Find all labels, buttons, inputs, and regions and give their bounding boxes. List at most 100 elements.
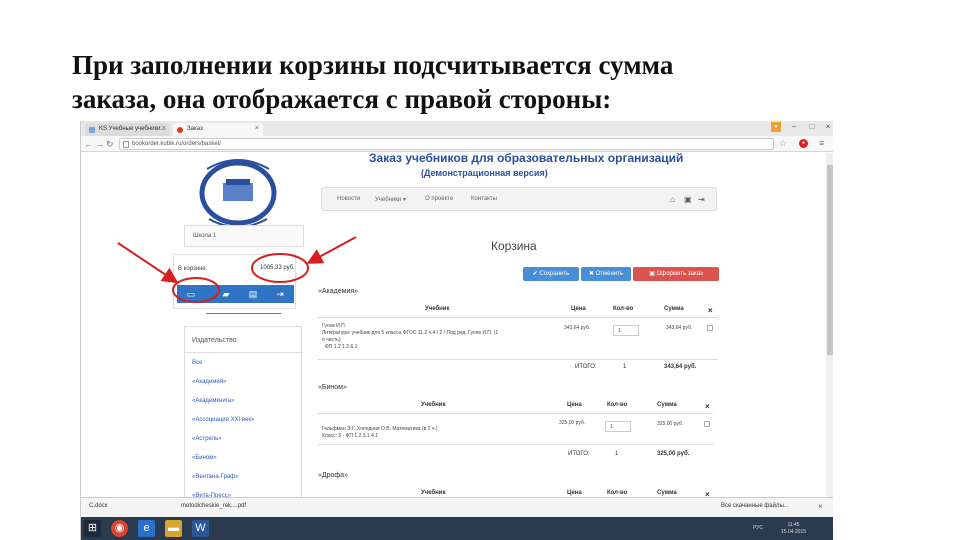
slide-title-line-2: заказа, она отображается с правой сторон… <box>72 84 612 114</box>
item-title: Литература: учебник для 5 класса ФГОС 11… <box>322 330 499 336</box>
scrollbar-thumb[interactable] <box>827 165 833 355</box>
browser-tab-2[interactable]: Заказ × <box>173 123 263 136</box>
scrollbar[interactable] <box>826 153 833 508</box>
quantity-input[interactable]: 1 <box>613 325 639 336</box>
url-input[interactable]: bookorder.kubik.ru/orders/basket/ <box>119 138 774 150</box>
column-header-price: Цена <box>571 306 586 312</box>
item-author: Гусев И.П. <box>322 323 347 329</box>
item-price: 325,00 руб. <box>559 420 586 426</box>
school-selector[interactable]: Школа 1 <box>184 225 304 247</box>
total-label: ИТОГО: <box>568 451 590 457</box>
publisher-link[interactable]: «Ассоциация XXI век» <box>192 417 254 423</box>
list-icon[interactable]: ▤ <box>247 288 259 300</box>
column-header-sum: Сумма <box>664 306 684 312</box>
tab-bar: KS Учебные учебники... × Заказ × ● – □ × <box>81 121 833 136</box>
browser-tab-label: KS Учебные учебники... <box>99 126 166 132</box>
favicon-icon <box>89 127 95 133</box>
cart-toolbar: ▭ ▰ ▤ ⇥ <box>177 285 294 303</box>
internet-explorer-icon[interactable]: e <box>138 520 155 537</box>
cart-icon[interactable]: ▭ <box>185 288 197 300</box>
back-arrow-icon[interactable]: ← <box>84 139 93 149</box>
slide-title-line-1: При заполнении корзины подсчитывается су… <box>72 50 674 80</box>
favicon-icon <box>177 127 183 133</box>
nav-textbooks[interactable]: Учебники ▾ <box>375 196 406 203</box>
nav-about[interactable]: О проекте <box>425 196 453 202</box>
column-header-sum: Сумма <box>657 402 677 408</box>
exit-icon[interactable]: ⇥ <box>274 288 286 300</box>
remove-checkbox[interactable] <box>707 325 713 331</box>
remove-all-icon[interactable]: × <box>708 306 713 315</box>
publisher-link[interactable]: «Вентана-Граф» <box>192 474 239 480</box>
publisher-section-title: «Дрофа» <box>318 472 348 479</box>
column-header-textbook: Учебник <box>421 402 446 408</box>
total-qty: 1 <box>623 364 627 370</box>
show-all-downloads-link[interactable]: Все скачанные файлы... <box>721 503 789 509</box>
language-indicator[interactable]: РУС <box>753 525 763 531</box>
maximize-icon[interactable]: □ <box>807 122 817 132</box>
nav-news[interactable]: Новости <box>337 196 360 202</box>
close-icon[interactable]: × <box>818 502 823 511</box>
file-explorer-icon[interactable]: ▬ <box>165 520 182 537</box>
page-icon <box>123 141 129 148</box>
close-tab-icon[interactable]: × <box>162 125 166 132</box>
total-label: ИТОГО: <box>575 364 597 370</box>
minimize-icon[interactable]: – <box>789 122 799 132</box>
home-icon[interactable]: ⌂ <box>670 195 675 204</box>
publisher-link[interactable]: «Академия» <box>192 379 226 385</box>
browser-menu-icon[interactable]: ≡ <box>819 138 824 148</box>
publisher-link[interactable]: «Астрель» <box>192 436 222 442</box>
site-subtitle: (Демонстрационная версия) <box>421 168 548 178</box>
divider <box>318 444 713 445</box>
nav-contacts[interactable]: Контакты <box>471 196 497 202</box>
item-sum: 325,00 руб. <box>657 421 684 427</box>
close-window-icon[interactable]: × <box>823 122 833 132</box>
browser-screenshot: KS Учебные учебники... × Заказ × ● – □ ×… <box>80 121 833 540</box>
browser-tab-label: Заказ <box>187 126 203 132</box>
download-item[interactable]: metodicheskie_rek....pdf <box>181 503 246 509</box>
publisher-filter-title: Издательство <box>192 337 237 344</box>
clock-date: 15.04.2015 <box>781 529 807 535</box>
top-navigation: Новости Учебники ▾ О проекте Контакты ⌂ … <box>321 187 717 211</box>
chrome-icon[interactable]: ◉ <box>111 520 128 537</box>
save-button[interactable]: ✔ Сохранить <box>523 267 579 281</box>
remove-checkbox[interactable] <box>704 421 710 427</box>
divider <box>206 313 281 314</box>
publisher-link[interactable]: Все <box>192 360 202 366</box>
browser-tab-1[interactable]: KS Учебные учебники... × <box>85 123 170 136</box>
publisher-link[interactable]: «Бином» <box>192 455 217 461</box>
windows-start-icon[interactable]: ⊞ <box>84 520 101 537</box>
item-code: ФП 1.2.1.2.6.1 <box>325 344 358 350</box>
school-label: Школа 1 <box>193 233 217 239</box>
clock[interactable]: 11:45 15.04.2015 <box>781 522 806 536</box>
word-icon[interactable]: W <box>192 520 209 537</box>
user-icon[interactable]: ▣ <box>684 195 692 204</box>
logout-icon[interactable]: ⇥ <box>698 195 705 204</box>
item-code: Класс: 5 · ФП 1.2.3.1.4.1 <box>322 433 379 439</box>
item-sum: 343,64 руб. <box>666 325 693 331</box>
user-profile-icon[interactable]: ● <box>771 122 781 132</box>
remove-all-icon[interactable]: × <box>705 402 710 411</box>
publisher-link[interactable]: «Академкнига» <box>192 398 234 404</box>
folder-icon[interactable]: ▰ <box>220 288 232 300</box>
column-header-price: Цена <box>567 490 582 496</box>
extension-icon[interactable]: ● <box>799 139 808 148</box>
cart-label: В корзине: <box>178 266 208 272</box>
column-header-qty: Кол-во <box>613 306 634 312</box>
total-qty: 1 <box>615 451 619 457</box>
divider <box>185 352 303 353</box>
downloads-bar: С.docx metodicheskie_rek....pdf Все скач… <box>81 497 833 517</box>
reload-icon[interactable]: ↻ <box>106 139 114 149</box>
column-header-textbook: Учебник <box>421 490 446 496</box>
close-tab-icon[interactable]: × <box>255 125 259 132</box>
url-text: bookorder.kubik.ru/orders/basket/ <box>132 141 222 147</box>
place-order-button[interactable]: ▣ Оформить заказ <box>633 267 719 281</box>
bookmark-star-icon[interactable]: ☆ <box>779 138 787 149</box>
item-title: Гельфман Э.Г.,Холодная О.В. Математика (… <box>322 426 438 432</box>
cancel-button[interactable]: ✖ Отменить <box>581 267 631 281</box>
quantity-input[interactable]: 1 <box>605 421 631 432</box>
download-item[interactable]: С.docx <box>89 503 108 509</box>
forward-arrow-icon[interactable]: → <box>95 139 104 149</box>
item-price: 343,64 руб. <box>564 325 591 331</box>
column-header-qty: Кол-во <box>607 402 628 408</box>
publisher-section-title: «Академия» <box>318 288 359 295</box>
